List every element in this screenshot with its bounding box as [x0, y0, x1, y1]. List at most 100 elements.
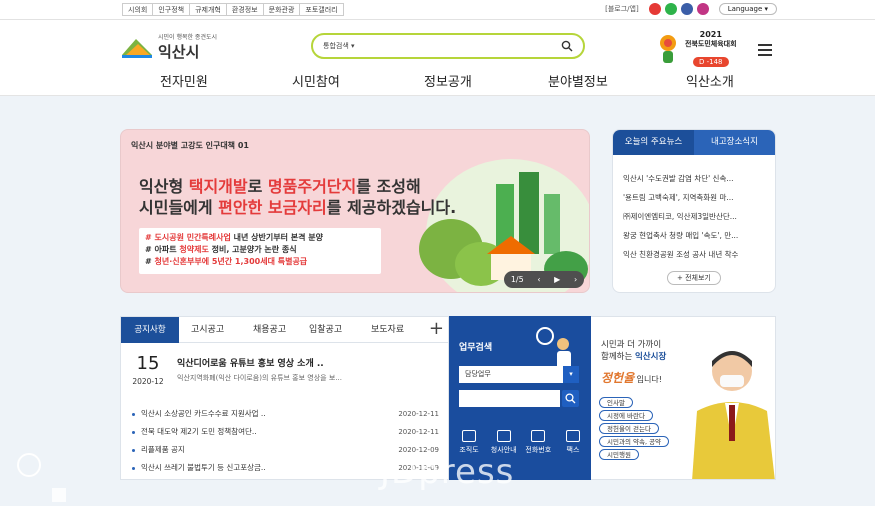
utility-links: 시의회 인구정책 규제개혁 환경정보 문화관광 포토갤러리 [122, 3, 344, 16]
bullet2-a: # 아파트 [145, 245, 180, 254]
banner-headline: 익산형 택지개발로 명품주거단지를 조성해 시민들에게 편안한 보금자리를 제공… [139, 176, 456, 218]
nav-item-information[interactable]: 정보공개 [424, 71, 472, 90]
facebook-icon[interactable] [680, 3, 693, 15]
mayor-panel: 시민과 더 가까이 함께하는 익산시장 정헌율 입니다! 인사말 시정에 바란다… [591, 316, 776, 480]
decorative-ring [17, 453, 41, 477]
work-search-input[interactable] [459, 390, 560, 407]
building-icon [496, 430, 511, 442]
search-box[interactable]: 통합검색 ▾ [311, 33, 585, 59]
nav-item-field-info[interactable]: 분야별정보 [548, 71, 608, 90]
featured-desc: 익산지역화폐(익산 다이로움)의 유튜브 홍보 영상을 보... [177, 374, 342, 382]
mayor-link-pledges[interactable]: 시민과의 약속, 공약 [599, 436, 670, 447]
work-search-select[interactable]: 담당업무 ▾ [459, 366, 579, 383]
fax-icon [565, 430, 580, 442]
news-item[interactable]: 익산 친환경공원 조성 공사 내년 착수 [623, 245, 769, 264]
featured-day: 15 [136, 353, 160, 374]
tab-bids[interactable]: 입찰공고 [309, 317, 342, 343]
tab-recruitment[interactable]: 채용공고 [253, 317, 286, 343]
utility-link-gallery[interactable]: 포토갤러리 [299, 3, 344, 16]
org-chart-icon [462, 430, 476, 442]
next-arrow-icon[interactable]: › [574, 275, 577, 284]
notice-more-icon[interactable]: + [429, 320, 444, 338]
tab-announcements[interactable]: 고시공고 [191, 317, 224, 343]
utility-link-environment[interactable]: 환경정보 [225, 3, 264, 16]
utility-bar: 시의회 인구정책 규제개혁 환경정보 문화관광 포토갤러리 [블로그/앱] La… [0, 0, 875, 20]
mayor-link-walks[interactable]: 정헌율이 걷는다 [599, 423, 659, 434]
bullet1-hl: # 도시공원 민간특례사업 [145, 233, 231, 242]
news-item[interactable]: 왕궁 현업축사 청량 매입 '속도', 만... [623, 226, 769, 245]
watermark: JDpress [380, 452, 515, 492]
mayor-link-suggestions[interactable]: 시정에 바란다 [599, 410, 653, 421]
banner-controls: 1/5 ‹ ▶ › [504, 271, 584, 288]
featured-title: 익산디어로움 유튜브 홍보 영상 소개 .. [177, 359, 324, 369]
instagram-icon[interactable] [696, 3, 709, 15]
work-search-button[interactable] [562, 390, 579, 407]
language-select[interactable]: Language ▾ [718, 3, 777, 15]
social-links: [블로그/앱] Language ▾ [605, 3, 777, 15]
banner-bullets: # 도시공원 민간특례사업 내년 상반기부터 본격 분양 # 아파트 청약제도 … [139, 228, 381, 274]
banner-counter: 1/5 [510, 275, 524, 284]
menu-icon[interactable] [758, 44, 772, 56]
notice-title: 익산시 쓰레기 불법투기 등 신고포상금.. [141, 463, 266, 472]
fax-link[interactable]: 팩스 [557, 430, 589, 455]
nav-item-participation[interactable]: 시민참여 [292, 71, 340, 90]
banner-tag: 익산시 분야별 고강도 인구대책 01 [131, 141, 249, 150]
nav-item-about[interactable]: 익산소개 [686, 71, 734, 90]
news-item[interactable]: '용트림 고백숙제', 지역축화원 마... [623, 188, 769, 207]
phone-directory-link[interactable]: 전화번호 [522, 430, 554, 455]
bullet2-b: 정비, 고분양가 논란 종식 [208, 245, 297, 254]
mayor-link-greeting[interactable]: 인사말 [599, 397, 633, 408]
mayor-name-line: 정헌율 입니다! [601, 369, 662, 386]
play-icon[interactable]: ▶ [554, 275, 560, 284]
mayor-line2-b: 익산시장 [634, 352, 667, 362]
tab-press[interactable]: 보도자료 [371, 317, 404, 343]
bullet1-rest: 내년 상반기부터 본격 분양 [230, 233, 323, 242]
language-label: Language [727, 5, 763, 13]
logo-mark-icon [120, 35, 154, 59]
main-banner[interactable]: 익산시 분야별 고강도 인구대책 01 익산형 택지개발로 명품주거단지를 조성… [120, 129, 590, 293]
utility-link-culture[interactable]: 문화관광 [262, 3, 301, 16]
search-icon[interactable] [561, 40, 573, 52]
notice-title: 전북 대도약 제2기 도민 정책참여단.. [141, 427, 257, 436]
search-scope-select[interactable]: 통합검색 ▾ [323, 41, 355, 51]
utility-link-population[interactable]: 인구정책 [152, 3, 191, 16]
news-item[interactable]: ㈜제이엔엠티코, 익산제3일반산단... [623, 207, 769, 226]
featured-year-month: 2020-12 [132, 377, 164, 386]
bullet3-hl: 청년·신혼부부에 5년간 1,300세대 특별공급 [154, 257, 308, 266]
tab-local-news[interactable]: 내고장소식지 [694, 130, 775, 155]
nav-item-civil-service[interactable]: 전자민원 [160, 71, 208, 90]
mayor-name: 정헌율 [601, 371, 635, 385]
logo-name: 익산시 [158, 43, 200, 61]
phone-icon [531, 430, 546, 442]
logo-slogan: 시민이 행복한 종견도시 [158, 34, 218, 41]
phone-directory-label: 전화번호 [525, 446, 552, 454]
banner-line1-c: 를 조성해 [356, 177, 421, 196]
news-item[interactable]: 익산시 '수도권발 감염 차단' 신속... [623, 169, 769, 188]
blog-icon[interactable] [664, 3, 677, 15]
list-item[interactable]: 익산시 소상공인 카드수수료 지원사업 .. 2020-12-11 [131, 405, 439, 423]
list-item[interactable]: 전북 대도약 제2기 도민 정책참여단.. 2020-12-11 [131, 423, 439, 441]
utility-link-regulation[interactable]: 규제개혁 [189, 3, 227, 16]
mayor-link-schedule[interactable]: 시민행원 [599, 449, 639, 460]
youtube-icon[interactable] [648, 3, 661, 15]
news-more-button[interactable]: + 전체보기 [667, 271, 721, 285]
fax-label: 팩스 [566, 446, 580, 454]
mayor-greeting: 시민과 더 가까이 함께하는 익산시장 [601, 339, 666, 363]
tab-notices[interactable]: 공지사항 [121, 317, 179, 343]
prev-arrow-icon[interactable]: ‹ [537, 275, 540, 284]
event-title: 전북도민체육대회 [685, 40, 737, 48]
news-panel: 오늘의 주요뉴스 내고장소식지 익산시 '수도권발 감염 차단' 신속... '… [612, 129, 776, 293]
banner-line1-hl2: 명품주거단지 [267, 177, 357, 196]
tab-main-news[interactable]: 오늘의 주요뉴스 [613, 130, 694, 155]
mayor-name-suffix: 입니다! [634, 375, 662, 384]
mayor-photo [692, 351, 775, 479]
sports-festival-banner[interactable]: 2021 전북도민체육대회 D -148 [655, 30, 737, 68]
utility-link-council[interactable]: 시의회 [122, 3, 154, 16]
work-select-value: 담당업무 [465, 370, 491, 378]
bullet2-hl: 청약제도 [179, 245, 209, 254]
blog-app-link[interactable]: [블로그/앱] [605, 4, 639, 14]
notice-date: 2020-12-11 [398, 410, 439, 418]
site-logo[interactable]: 시민이 행복한 종견도시 익산시 [120, 32, 217, 62]
search-icon [565, 393, 576, 404]
mascot-icon [660, 35, 676, 63]
